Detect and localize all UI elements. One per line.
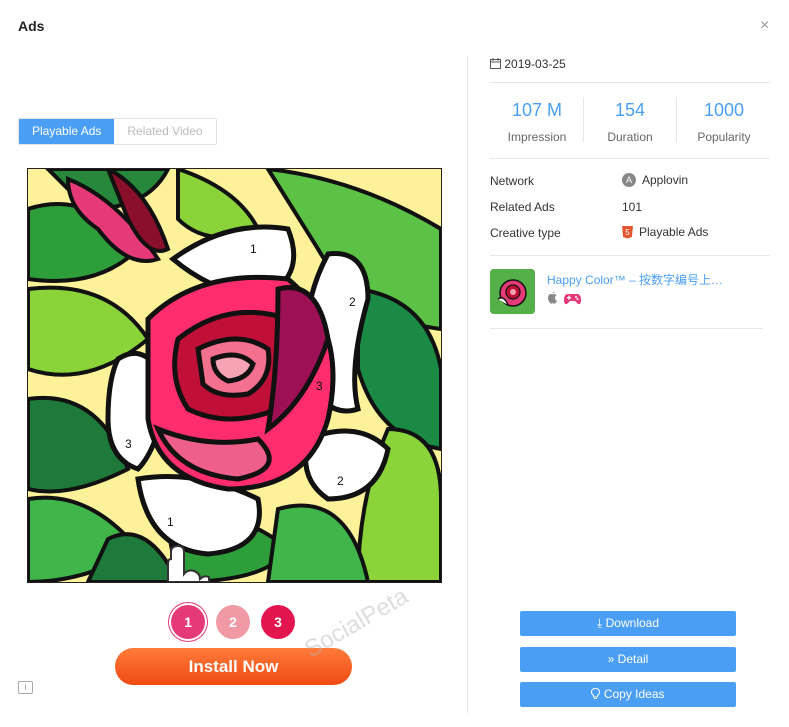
gamepad-icon	[564, 292, 581, 310]
calendar-icon	[490, 57, 504, 71]
dialog-title: Ads	[18, 18, 45, 34]
stat-value: 107 M	[511, 100, 563, 120]
paint-number: 3	[316, 379, 323, 393]
app-icon[interactable]	[490, 269, 535, 314]
creative-type-label: Creative type	[490, 226, 561, 240]
paint-number: 3	[125, 437, 132, 451]
close-icon[interactable]: ×	[760, 18, 769, 34]
creative-type-value: 5 Playable Ads	[622, 225, 708, 239]
stat-label: Impression	[507, 130, 567, 144]
html5-icon: 5	[622, 225, 633, 239]
divider	[490, 255, 770, 256]
download-label: Download	[605, 616, 660, 630]
network-label: Network	[490, 174, 535, 188]
lightbulb-icon	[591, 687, 603, 701]
double-chevron-icon: »	[607, 652, 615, 666]
color-swatch-2[interactable]: 2	[216, 605, 250, 639]
network-value: A Applovin	[622, 173, 688, 187]
divider	[490, 158, 770, 159]
stat-value: 154	[614, 100, 646, 120]
ad-date: 2019-03-25	[490, 57, 566, 71]
download-icon: ⤓	[596, 616, 603, 630]
rose-artwork: 1 2 3 3 2 1	[28, 169, 441, 582]
ad-type-tabs: Playable Ads Related Video	[18, 118, 217, 145]
divider	[490, 82, 770, 83]
ad-preview-image[interactable]: 1 2 3 3 2 1	[27, 168, 442, 583]
stat-duration: 154 Duration	[583, 100, 677, 144]
app-name-link[interactable]: Happy Color™ – 按数字编号上…	[547, 271, 723, 288]
panel-divider	[467, 56, 468, 713]
divider	[490, 328, 763, 329]
stat-label: Duration	[607, 130, 653, 144]
detail-button[interactable]: » Detail	[520, 647, 736, 672]
stat-popularity: 1000 Popularity	[677, 100, 771, 144]
creative-type-name: Playable Ads	[639, 225, 709, 239]
watermark: SocialPeta	[300, 582, 413, 664]
tab-playable-ads[interactable]: Playable Ads	[19, 119, 115, 144]
paint-number: 2	[349, 295, 356, 309]
copy-ideas-label: Copy Ideas	[603, 687, 665, 701]
apple-icon	[547, 291, 558, 309]
color-swatch-1[interactable]: 1	[171, 605, 205, 639]
applovin-icon: A	[622, 173, 636, 187]
paint-number: 2	[337, 474, 344, 488]
stat-impression: 107 M Impression	[490, 100, 584, 144]
related-ads-label: Related Ads	[490, 200, 555, 214]
stat-value: 1000	[703, 100, 745, 120]
paint-number: 1	[167, 515, 174, 529]
related-ads-value[interactable]: 101	[622, 200, 642, 214]
color-swatch-3[interactable]: 3	[261, 605, 295, 639]
date-value: 2019-03-25	[504, 57, 566, 71]
info-icon[interactable]: i	[18, 681, 33, 694]
paint-number: 1	[250, 242, 257, 256]
stat-label: Popularity	[697, 130, 751, 144]
tab-related-video[interactable]: Related Video	[114, 119, 216, 144]
detail-label: Detail	[617, 652, 649, 666]
download-button[interactable]: ⤓ Download	[520, 611, 736, 636]
copy-ideas-button[interactable]: Copy Ideas	[520, 682, 736, 707]
network-name: Applovin	[642, 173, 689, 187]
